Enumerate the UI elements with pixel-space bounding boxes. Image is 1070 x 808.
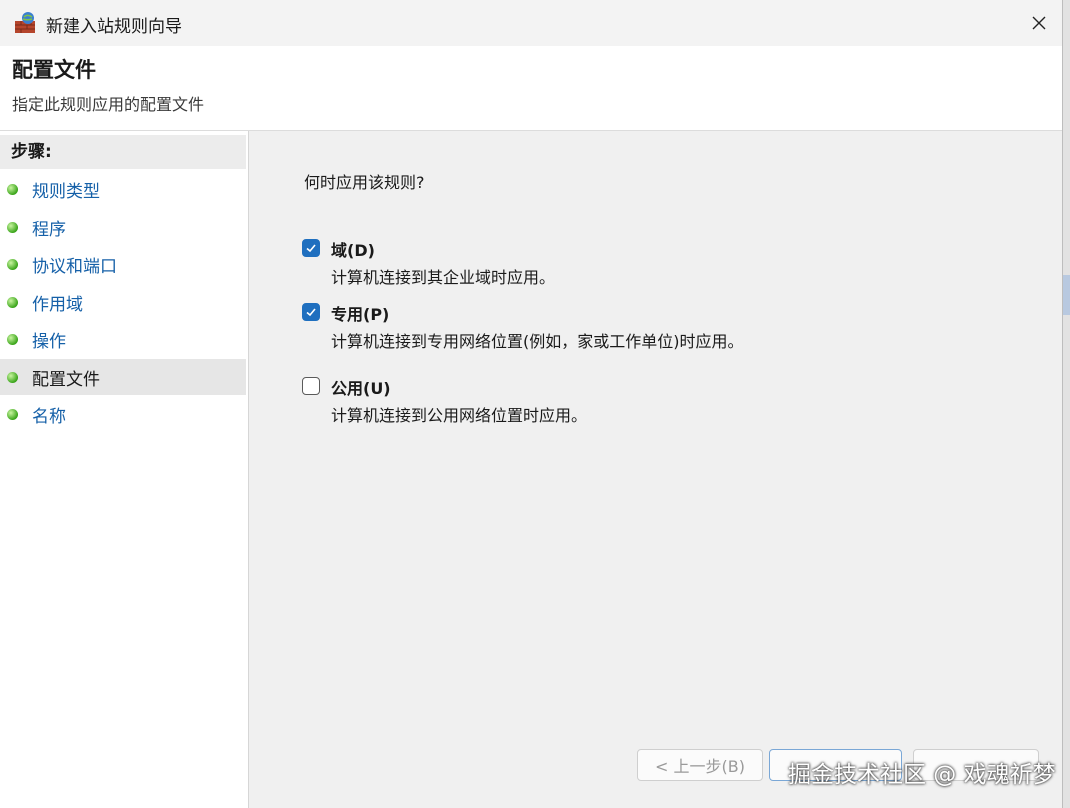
close-icon (1032, 16, 1046, 30)
title-bar[interactable]: 新建入站规则向导 (0, 0, 1062, 46)
public-label[interactable]: 公用(U) (331, 375, 391, 399)
private-label[interactable]: 专用(P) (331, 301, 389, 325)
checkmark-icon (306, 244, 316, 253)
close-button[interactable] (1016, 0, 1062, 46)
step-status-icon (7, 408, 18, 420)
step-name[interactable]: 名称 (0, 396, 246, 432)
private-description: 计算机连接到专用网络位置(例如，家或工作单位)时应用。 (331, 332, 744, 351)
firewall-icon (15, 12, 35, 33)
step-program[interactable]: 程序 (0, 209, 246, 245)
window-title: 新建入站规则向导 (46, 17, 182, 37)
wizard-window: 新建入站规则向导 配置文件 指定此规则应用的配置文件 步骤: 规则类型 程序 协… (0, 0, 1063, 808)
checkmark-icon (306, 308, 316, 317)
step-label: 配置文件 (32, 369, 100, 390)
domain-description: 计算机连接到其企业域时应用。 (331, 268, 556, 287)
step-label: 作用域 (32, 294, 83, 315)
step-status-icon (7, 296, 18, 308)
background-window-edge (1063, 0, 1070, 808)
steps-heading: 步骤: (0, 135, 246, 169)
step-label: 操作 (32, 331, 66, 352)
public-checkbox[interactable] (302, 377, 320, 395)
step-label: 名称 (32, 406, 66, 427)
page-title: 配置文件 (12, 58, 96, 82)
steps-sidebar: 步骤: 规则类型 程序 协议和端口 作用域 操作 配置文件 名称 (0, 131, 249, 808)
question-text: 何时应用该规则? (304, 173, 425, 192)
public-description: 计算机连接到公用网络位置时应用。 (331, 406, 588, 425)
step-status-icon (7, 371, 18, 383)
page-subtitle: 指定此规则应用的配置文件 (12, 95, 205, 114)
step-status-icon (7, 333, 18, 345)
step-label: 规则类型 (32, 181, 100, 202)
domain-checkbox[interactable] (302, 239, 320, 257)
step-status-icon (7, 258, 18, 270)
step-scope[interactable]: 作用域 (0, 284, 246, 320)
step-status-icon (7, 221, 18, 233)
back-button[interactable]: < 上一步(B) (637, 749, 763, 781)
step-label: 程序 (32, 219, 66, 240)
step-status-icon (7, 183, 18, 195)
domain-label[interactable]: 域(D) (331, 237, 375, 261)
step-action[interactable]: 操作 (0, 321, 246, 357)
step-protocol-port[interactable]: 协议和端口 (0, 246, 246, 282)
page-header: 配置文件 指定此规则应用的配置文件 (0, 46, 1062, 131)
private-checkbox[interactable] (302, 303, 320, 321)
watermark: 掘金技术社区 @ 戏魂祈梦 (788, 762, 1056, 788)
step-label: 协议和端口 (32, 256, 117, 277)
step-profile[interactable]: 配置文件 (0, 359, 246, 395)
background-window-highlight (1063, 275, 1070, 315)
step-rule-type[interactable]: 规则类型 (0, 171, 246, 207)
main-content: 何时应用该规则? 域(D) 计算机连接到其企业域时应用。 专用(P) 计算机连接… (249, 131, 1062, 808)
